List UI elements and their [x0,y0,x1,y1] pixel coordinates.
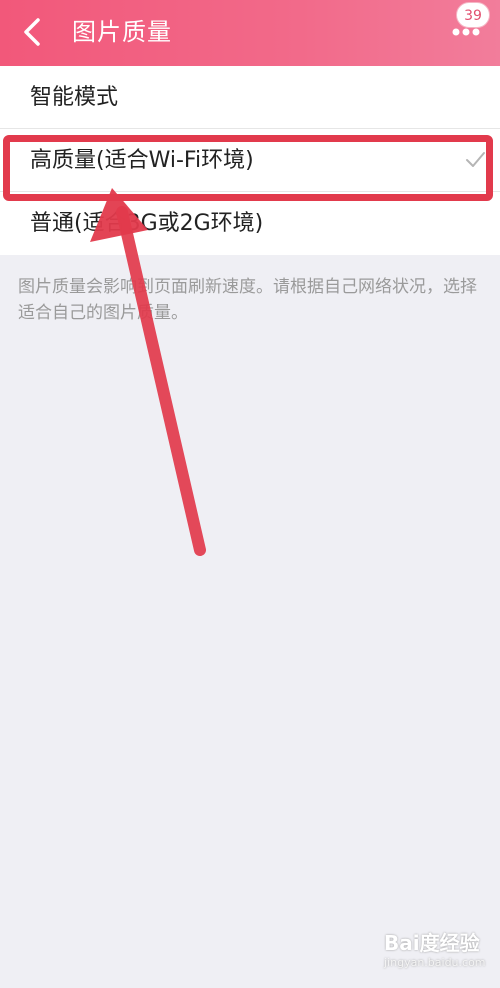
top-bar: 图片质量 39 [0,0,500,66]
watermark-brand: Bai度经验 [384,931,480,955]
back-arrow-icon[interactable] [20,17,44,47]
option-label: 普通(适合3G或2G环境) [30,211,264,236]
notification-badge: 39 [456,2,490,28]
option-normal[interactable]: 普通(适合3G或2G环境) [0,192,500,255]
page-title: 图片质量 [72,18,172,46]
option-smart-mode[interactable]: 智能模式 [0,66,500,129]
watermark-url: jingyan.baidu.com [384,956,486,969]
watermark: Bai度经验 jingyan.baidu.com [384,930,494,984]
option-label: 智能模式 [30,85,119,110]
annotation-highlight-box [3,135,493,201]
hint-text: 图片质量会影响到页面刷新速度。请根据自己网络状况，选择适合自己的图片质量。 [18,277,477,323]
